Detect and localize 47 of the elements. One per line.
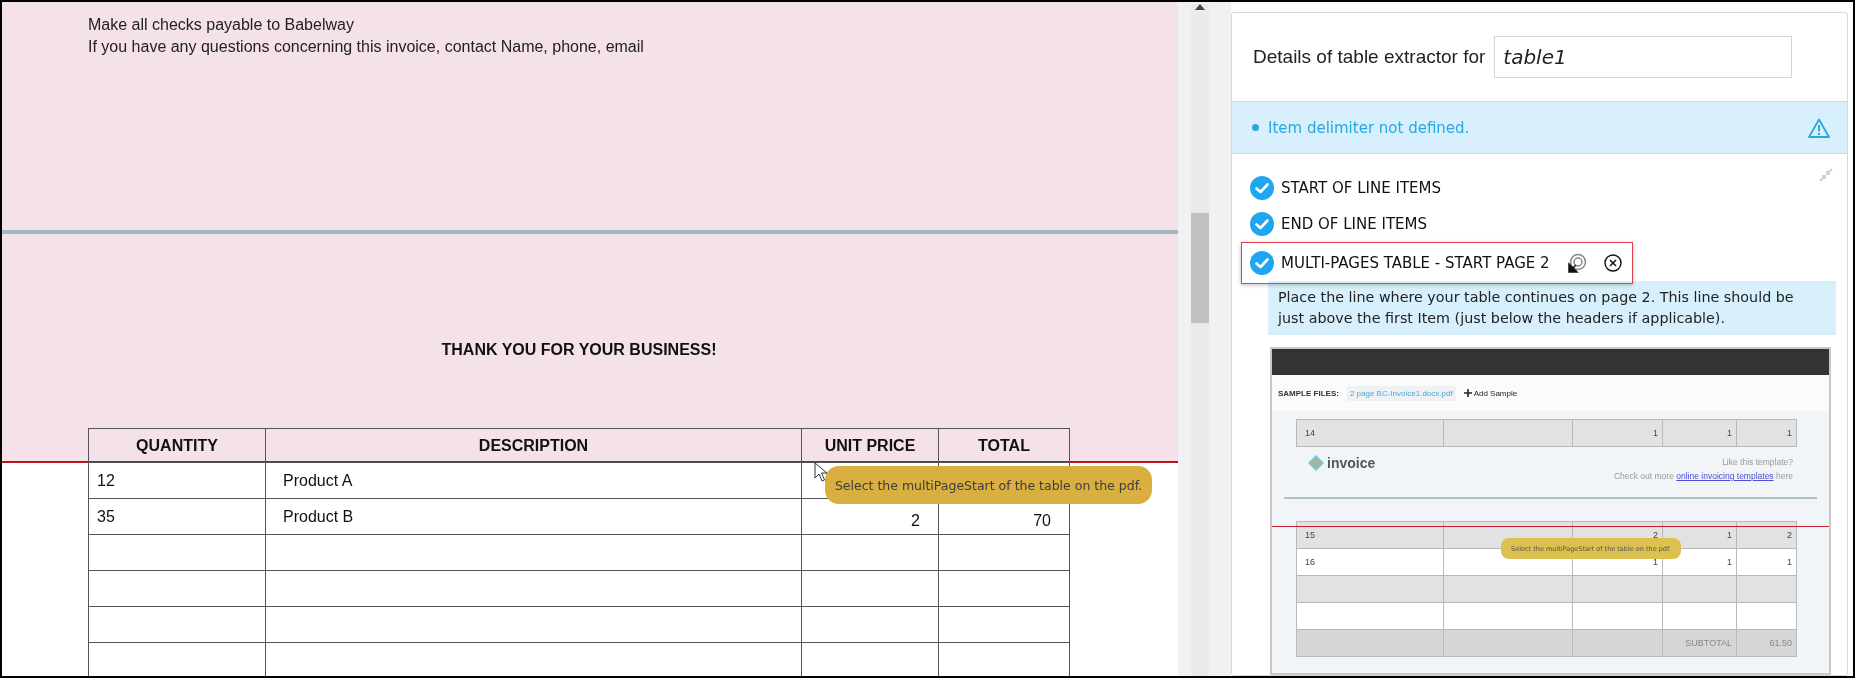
step-row[interactable]: START OF LINE ITEMS: [1242, 170, 1634, 206]
table-cell: 1: [1736, 419, 1797, 447]
target-cursor-icon[interactable]: [1566, 253, 1587, 273]
column-header: DESCRIPTION: [265, 428, 802, 463]
column-header: QUANTITY: [88, 428, 266, 463]
step-label: START OF LINE ITEMS: [1281, 179, 1442, 197]
table-cell: 16: [1296, 548, 1444, 576]
hint-text: Place the line where your table continues on page 2. This line should be just above the first Item (just below the headers if applicable).: [1268, 281, 1836, 335]
invoice-text: Make all checks payable to Babelway: [88, 15, 355, 35]
table-cell: 1: [1662, 419, 1737, 447]
cursor-icon: [814, 462, 828, 482]
plus-icon: [1463, 389, 1472, 397]
step-label: END OF LINE ITEMS: [1281, 215, 1427, 233]
column-header: TOTAL: [938, 428, 1070, 463]
table-cell: 15: [1296, 521, 1444, 549]
bullet-icon: [1252, 124, 1259, 131]
panel-title: Details of table extractor for: [1253, 46, 1486, 68]
table-cell: Product A: [265, 462, 802, 499]
column-header: UNIT PRICE: [801, 428, 939, 463]
invoice-text: If you have any questions concerning this invoice, contact Name, phone, email: [88, 37, 645, 57]
selected-step[interactable]: MULTI-PAGES TABLE - START PAGE 2: [1241, 242, 1633, 284]
sample-files-label: SAMPLE FILES:: [1278, 388, 1339, 398]
diamond-logo-icon: [1308, 455, 1324, 471]
tooltip: Select the multiPageStart of the table on the pdf.: [825, 466, 1152, 504]
table-cell: SUBTOTAL: [1662, 629, 1737, 657]
close-icon[interactable]: [1603, 254, 1622, 272]
promo-text: Check out more online invoicing templates here: [1613, 470, 1793, 483]
templates-link[interactable]: online invoicing templates: [1676, 471, 1774, 481]
thank-you-text: THANK YOU FOR YOUR BUSINESS!: [440, 340, 718, 360]
table-cell: 12: [88, 462, 266, 499]
warning-icon: [1808, 117, 1830, 138]
add-sample-button[interactable]: Add Sample: [1463, 388, 1518, 398]
step-row[interactable]: END OF LINE ITEMS: [1242, 206, 1634, 242]
scrollbar[interactable]: [1191, 4, 1209, 676]
table-cell: 1: [1572, 419, 1663, 447]
step-label: MULTI-PAGES TABLE - START PAGE 2: [1281, 254, 1550, 272]
logo-text: invoice: [1327, 455, 1376, 471]
table-cell: 2: [1736, 521, 1797, 549]
table-cell: 14: [1296, 419, 1444, 447]
alert-text: Item delimiter not defined.: [1268, 118, 1470, 137]
collapse-icon: [1819, 168, 1833, 182]
table-cell: Product B: [265, 498, 802, 535]
scroll-up-arrow-icon: [1195, 4, 1205, 10]
scrollbar-thumb[interactable]: [1191, 213, 1209, 323]
table-name-field[interactable]: table1: [1494, 36, 1793, 78]
promo-text: Like this template?: [1721, 456, 1793, 469]
table-cell: 35: [88, 498, 266, 535]
